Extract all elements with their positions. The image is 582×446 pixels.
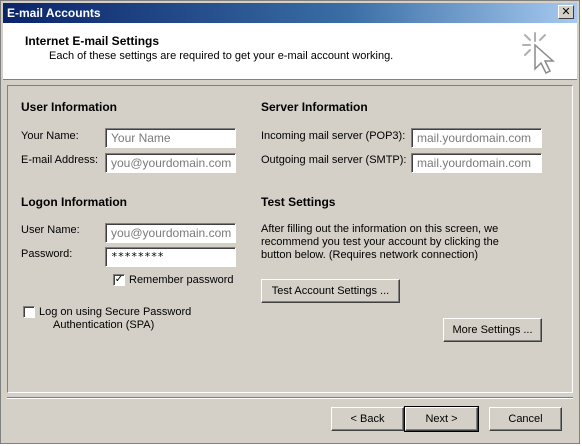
footer-divider xyxy=(7,397,573,399)
close-icon: ✕ xyxy=(561,5,571,18)
spa-label-line1: Log on using Secure Password xyxy=(39,306,192,318)
wizard-header: Internet E-mail Settings Each of these s… xyxy=(3,23,577,80)
outgoing-server-label: Outgoing mail server (SMTP): xyxy=(261,154,407,166)
next-button[interactable]: Next > xyxy=(404,406,479,432)
incoming-server-input[interactable]: mail.yourdomain.com xyxy=(411,128,542,148)
test-desc-line3: button below. (Requires network connecti… xyxy=(261,249,479,261)
user-info-heading: User Information xyxy=(21,100,118,114)
test-settings-heading: Test Settings xyxy=(261,195,336,209)
user-name-label: User Name: xyxy=(21,224,80,236)
spa-checkbox[interactable] xyxy=(23,306,35,318)
server-info-heading: Server Information xyxy=(261,100,368,114)
header-subtitle: Each of these settings are required to g… xyxy=(49,50,394,62)
logon-info-heading: Logon Information xyxy=(21,195,127,209)
email-accounts-dialog: E-mail Accounts ✕ Internet E-mail Settin… xyxy=(0,0,580,444)
more-settings-button[interactable]: More Settings ... xyxy=(443,318,542,342)
cancel-button[interactable]: Cancel xyxy=(489,407,562,431)
remember-password-checkbox[interactable]: ✓ xyxy=(113,274,125,286)
test-desc-line2: recommend you test your account by click… xyxy=(261,236,499,248)
remember-password-label: Remember password xyxy=(129,274,234,286)
email-address-label: E-mail Address: xyxy=(21,154,99,166)
your-name-label: Your Name: xyxy=(21,130,79,142)
test-desc-line1: After filling out the information on thi… xyxy=(261,223,499,235)
user-name-input[interactable]: you@yourdomain.com xyxy=(105,223,236,243)
email-address-input[interactable]: you@yourdomain.com xyxy=(105,153,236,173)
test-account-settings-button[interactable]: Test Account Settings ... xyxy=(261,279,400,303)
header-title: Internet E-mail Settings xyxy=(25,34,160,48)
incoming-server-label: Incoming mail server (POP3): xyxy=(261,130,406,142)
title-bar: E-mail Accounts ✕ xyxy=(3,3,577,23)
close-button[interactable]: ✕ xyxy=(558,5,574,19)
password-label: Password: xyxy=(21,248,73,260)
your-name-input[interactable]: Your Name xyxy=(105,128,236,148)
password-input[interactable]: ******** xyxy=(105,247,236,267)
test-settings-description: After filling out the information on thi… xyxy=(261,223,499,262)
back-button[interactable]: < Back xyxy=(331,407,404,431)
window-title: E-mail Accounts xyxy=(7,6,101,20)
outgoing-server-input[interactable]: mail.yourdomain.com xyxy=(411,153,542,173)
spa-label-line2: Authentication (SPA) xyxy=(53,319,155,331)
wizard-sparkle-cursor-icon xyxy=(522,32,555,75)
